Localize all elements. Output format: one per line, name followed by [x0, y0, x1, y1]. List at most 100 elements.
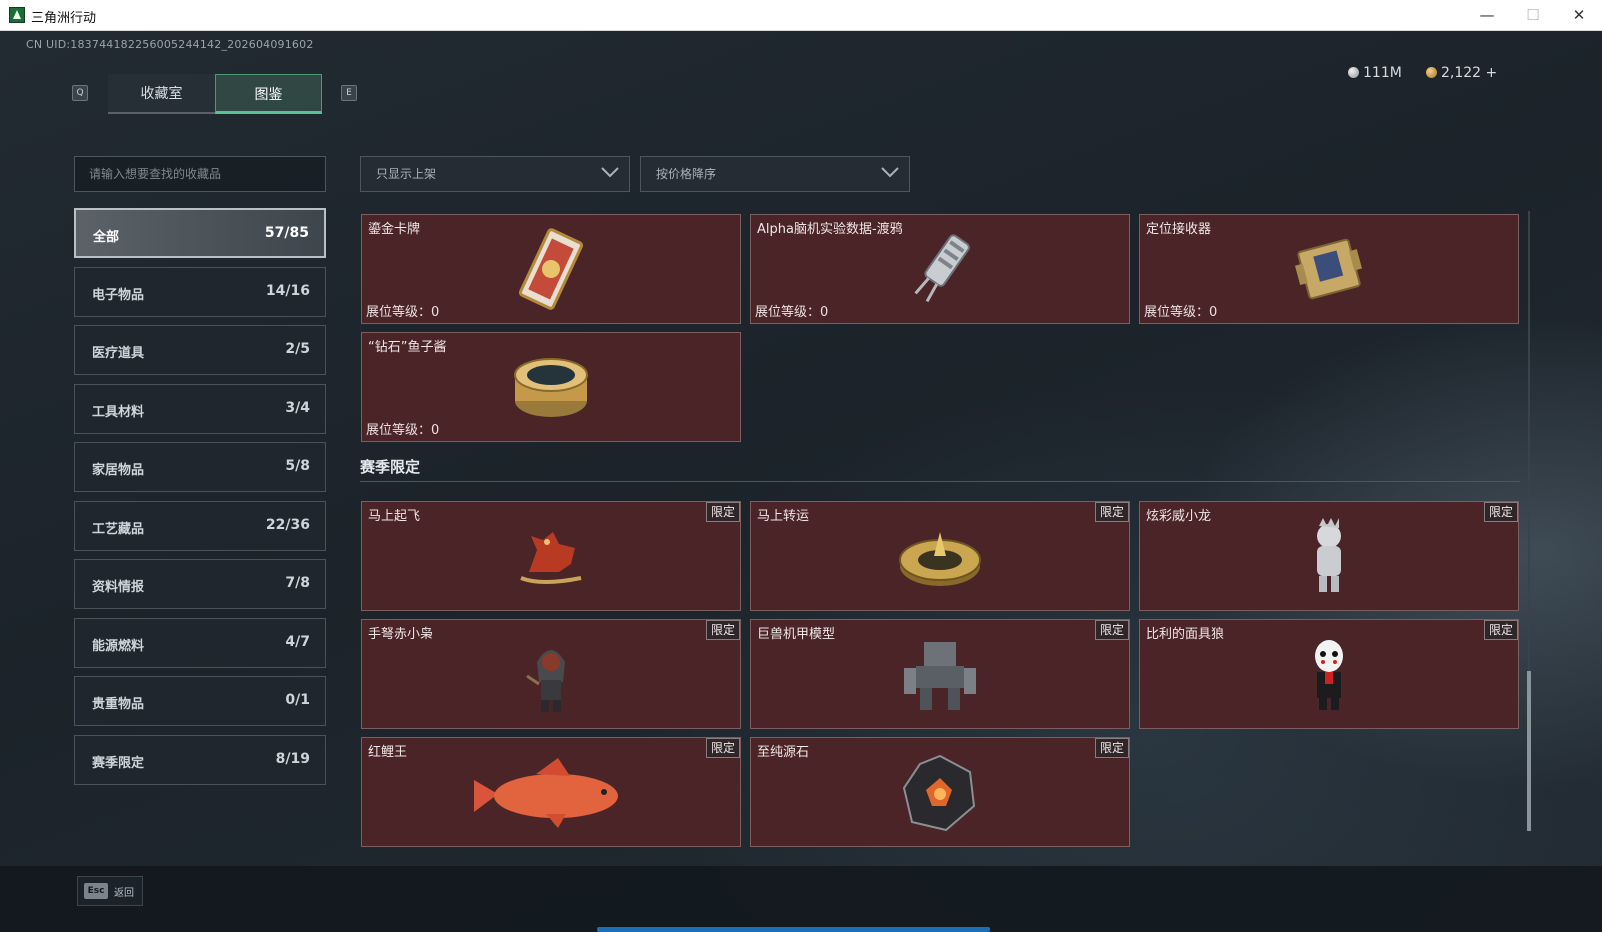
category-label: 家居物品: [92, 463, 145, 478]
limited-badge: 限定: [1484, 502, 1518, 522]
data-drive-icon: [914, 234, 970, 303]
bottom-bar: [0, 866, 1602, 932]
section-divider: [360, 481, 1520, 482]
category-label: 工艺藏品: [92, 522, 145, 537]
display-level: 展位等级：0: [755, 305, 829, 320]
category-label: 贵重物品: [92, 697, 145, 712]
category-electronics[interactable]: 电子物品 14/16: [74, 267, 326, 317]
category-label: 能源燃料: [92, 639, 145, 654]
category-count: 4/7: [285, 634, 310, 650]
item-name: 手弩赤小枭: [368, 627, 434, 642]
category-count: 14/16: [265, 283, 310, 299]
category-energy[interactable]: 能源燃料 4/7: [74, 618, 326, 668]
item-name: 马上起飞: [368, 509, 421, 524]
collectible-search-input[interactable]: [74, 156, 326, 192]
mech-model-icon: [904, 642, 976, 710]
shelf-filter-value: 只显示上架: [376, 167, 437, 181]
category-tools[interactable]: 工具材料 3/4: [74, 384, 326, 434]
collectible-card[interactable]: “钻石”鱼子酱 展位等级：0: [361, 332, 741, 442]
item-name: 红鲤王: [368, 745, 408, 760]
collectible-card[interactable]: 手弩赤小枭 限定: [361, 619, 741, 729]
display-level: 展位等级：0: [366, 423, 440, 438]
category-season-limited[interactable]: 赛季限定 8/19: [74, 735, 326, 785]
limited-badge: 限定: [1095, 738, 1129, 758]
item-name: Alpha脑机实验数据-渡鸦: [757, 222, 903, 237]
shelf-filter-dropdown[interactable]: 只显示上架: [360, 156, 630, 192]
limited-badge: 限定: [1484, 620, 1518, 640]
collectible-card[interactable]: 红鲤王 限定: [361, 737, 741, 847]
limited-badge: 限定: [706, 738, 740, 758]
item-name: 比利的面具狼: [1146, 627, 1225, 642]
category-intel[interactable]: 资料情报 7/8: [74, 559, 326, 609]
category-count: 22/36: [265, 517, 310, 533]
item-name: 定位接收器: [1146, 222, 1212, 237]
limited-badge: 限定: [1095, 502, 1129, 522]
app-logo-icon: [9, 7, 25, 23]
category-count: 5/8: [285, 458, 310, 474]
horse-figure-icon: [520, 532, 582, 584]
category-count: 2/5: [285, 341, 310, 357]
category-label: 资料情报: [92, 580, 145, 595]
close-button[interactable]: ✕: [1556, 0, 1602, 30]
gold-currency[interactable]: 2,122 +: [1426, 65, 1497, 81]
silver-currency: 111M: [1348, 65, 1402, 81]
source-stone-icon: [902, 754, 976, 832]
key-hint-q[interactable]: Q: [72, 85, 88, 101]
window-titlebar: 三角洲行动 — ☐ ✕: [0, 0, 1602, 31]
gold-amount: 2,122 +: [1441, 65, 1498, 81]
gilded-card-icon: [518, 228, 584, 310]
collectible-card[interactable]: 马上转运 限定: [750, 501, 1130, 611]
chevron-down-icon: [881, 167, 899, 178]
collectible-card[interactable]: 马上起飞 限定: [361, 501, 741, 611]
category-all[interactable]: 全部 57/85: [74, 208, 326, 258]
tab-codex[interactable]: 图鉴: [215, 74, 322, 114]
locator-receiver-icon: [1294, 238, 1362, 300]
collectible-card[interactable]: 巨兽机甲模型 限定: [750, 619, 1130, 729]
display-level: 展位等级：0: [1144, 305, 1218, 320]
category-medical[interactable]: 医疗道具 2/5: [74, 325, 326, 375]
category-count: 7/8: [285, 575, 310, 591]
dragon-figure-icon: [1317, 518, 1341, 592]
category-count: 0/1: [285, 692, 310, 708]
tab-collection-room[interactable]: 收藏室: [108, 74, 215, 114]
item-name: “钻石”鱼子酱: [368, 340, 447, 355]
section-title-season: 赛季限定: [360, 458, 421, 476]
collectible-card[interactable]: 比利的面具狼 限定: [1139, 619, 1519, 729]
game-screen: CN UID:183744182256005244142_20260409160…: [0, 31, 1602, 932]
billy-mask-figure-icon: [1315, 640, 1343, 710]
loading-strip: [597, 927, 990, 932]
collectible-card[interactable]: 定位接收器 展位等级：0: [1139, 214, 1519, 324]
sort-dropdown[interactable]: 按价格降序: [640, 156, 910, 192]
back-button[interactable]: Esc 返回: [77, 876, 143, 906]
category-count: 3/4: [285, 400, 310, 416]
gold-coin-icon: [1426, 67, 1437, 78]
collectible-card[interactable]: Alpha脑机实验数据-渡鸦 展位等级：0: [750, 214, 1130, 324]
fortune-wheel-icon: [899, 532, 981, 586]
limited-badge: 限定: [706, 620, 740, 640]
window-title: 三角洲行动: [31, 11, 97, 26]
limited-badge: 限定: [1095, 620, 1129, 640]
category-label: 全部: [93, 230, 120, 245]
key-hint-e[interactable]: E: [341, 85, 357, 101]
category-label: 工具材料: [92, 405, 145, 420]
minimize-button[interactable]: —: [1464, 0, 1510, 30]
category-crafts[interactable]: 工艺藏品 22/36: [74, 501, 326, 551]
back-label: 返回: [114, 888, 134, 899]
scrollbar-thumb[interactable]: [1527, 671, 1531, 831]
category-label: 医疗道具: [92, 346, 145, 361]
red-carp-icon: [474, 758, 618, 828]
sort-value: 按价格降序: [656, 167, 717, 181]
collectible-card[interactable]: 鎏金卡牌 展位等级：0: [361, 214, 741, 324]
collectible-card[interactable]: 至纯源石 限定: [750, 737, 1130, 847]
maximize-button[interactable]: ☐: [1510, 0, 1556, 30]
caviar-tin-icon: [514, 358, 588, 417]
item-name: 巨兽机甲模型: [757, 627, 836, 642]
collectible-card[interactable]: 炫彩威小龙 限定: [1139, 501, 1519, 611]
category-valuables[interactable]: 贵重物品 0/1: [74, 676, 326, 726]
player-uid: CN UID:183744182256005244142_20260409160…: [26, 38, 314, 51]
category-label: 赛季限定: [92, 756, 145, 771]
category-count: 57/85: [264, 225, 309, 241]
chevron-down-icon: [601, 167, 619, 178]
category-household[interactable]: 家居物品 5/8: [74, 442, 326, 492]
item-name: 鎏金卡牌: [368, 222, 421, 237]
